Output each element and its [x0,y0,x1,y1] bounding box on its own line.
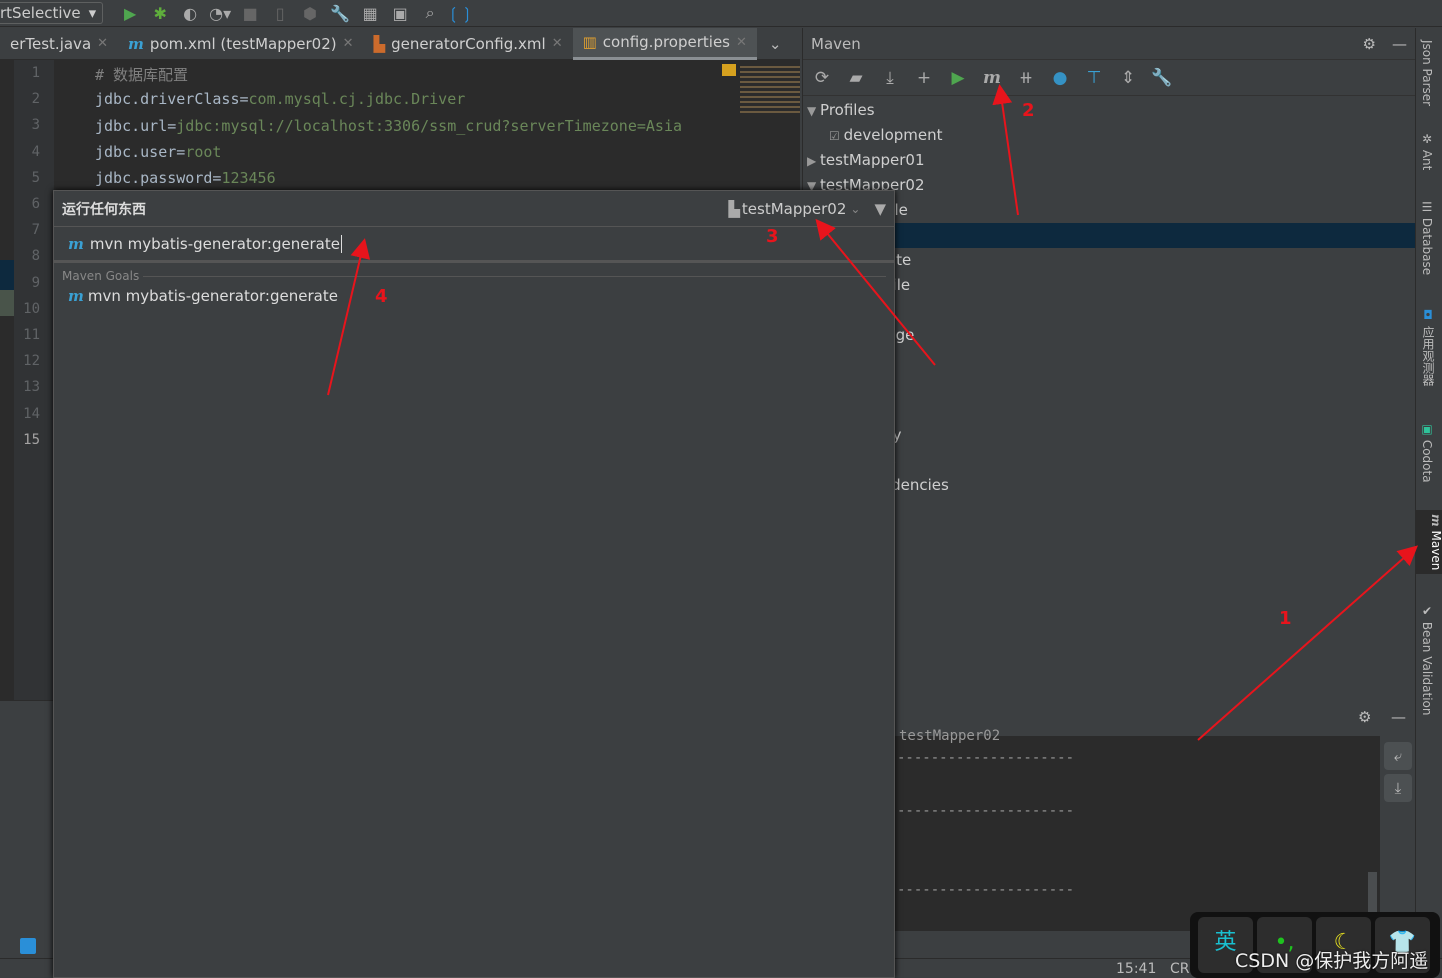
arrow-1 [1197,545,1418,741]
arrow-4 [327,238,371,396]
annotation-label: 3 [766,226,779,247]
arrow-2 [992,84,1019,216]
watermark: CSDN @保护我方阿遥 [1235,950,1429,972]
arrow-3 [815,218,936,366]
annotation-label: 4 [375,286,388,307]
annotation-arrows [327,84,1418,741]
annotation-label: 2 [1022,100,1035,121]
annotation-label: 1 [1279,608,1292,629]
